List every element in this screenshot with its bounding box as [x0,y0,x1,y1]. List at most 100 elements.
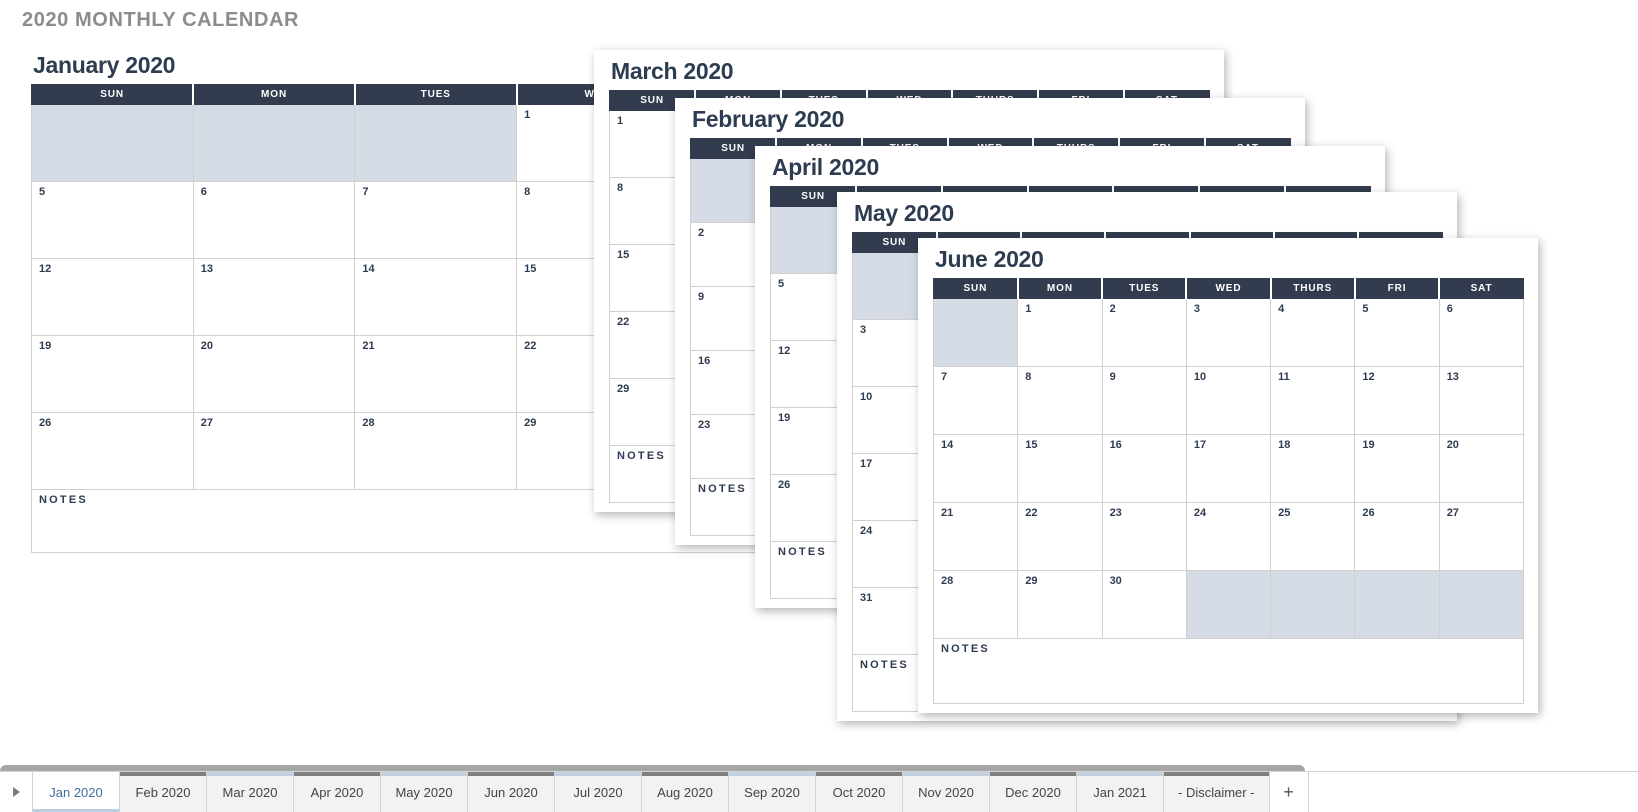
play-right-icon [12,787,20,797]
calendar-day-cell-empty[interactable] [1185,570,1272,639]
notes-label[interactable]: NOTES [933,638,1524,704]
sheet-tab-feb-2020[interactable]: Feb 2020 [120,772,207,812]
calendar-day-cell[interactable]: 2 [1101,298,1187,367]
weekday-header-thurs: THURS [1270,278,1356,299]
sheet-tab-nov-2020[interactable]: Nov 2020 [903,772,990,812]
sheet-tab-jul-2020[interactable]: Jul 2020 [555,772,642,812]
calendar-day-cell[interactable]: 13 [1438,366,1525,435]
calendar-day-cell[interactable]: 20 [1438,434,1525,503]
tab-scroll-right-button[interactable] [0,772,33,812]
calendar-day-cell[interactable]: 28 [932,570,1019,639]
sheet-tab-label: Mar 2020 [222,784,278,800]
sheet-tab-may-2020[interactable]: May 2020 [381,772,468,812]
calendar-day-cell-empty[interactable] [1354,570,1440,639]
calendar-day-cell[interactable]: 24 [1185,502,1272,571]
calendar-day-cell[interactable]: 25 [1270,502,1356,571]
calendar-day-cell[interactable]: 27 [1438,502,1525,571]
sheet-tab-label: Aug 2020 [657,784,713,800]
sheet-tab-apr-2020[interactable]: Apr 2020 [294,772,381,812]
calendar-day-cell[interactable]: 6 [192,181,356,259]
calendar-day-cell[interactable]: 12 [1354,366,1440,435]
weekday-header-sun: SUN [31,84,195,105]
calendar-day-cell[interactable]: 30 [1101,570,1187,639]
month-title: May 2020 [854,200,954,226]
weekday-header-row: SUNMONTUESWEDTHURSFRISAT [932,278,1525,299]
calendar-day-cell[interactable]: 8 [1017,366,1103,435]
calendar-day-cell[interactable]: 21 [932,502,1019,571]
sheet-tab-aug-2020[interactable]: Aug 2020 [642,772,729,812]
calendar-day-cell[interactable]: 14 [932,434,1019,503]
calendar-day-cell[interactable]: 17 [1185,434,1272,503]
calendar-day-cell[interactable]: 11 [1270,366,1356,435]
tab-color-bar [120,772,206,776]
sheet-tab-label: - Disclaimer - [1178,784,1255,800]
calendar-day-cell[interactable]: 28 [354,412,518,490]
calendar-day-cell[interactable]: 4 [1270,298,1356,367]
tab-color-bar [729,772,815,776]
calendar-day-cell[interactable]: 6 [1438,298,1525,367]
sheet-tab-oct-2020[interactable]: Oct 2020 [816,772,903,812]
calendar-day-cell[interactable]: 29 [1017,570,1103,639]
calendar-day-cell-empty[interactable] [1438,570,1525,639]
calendar-day-cell-empty[interactable] [1270,570,1356,639]
calendar-day-cell[interactable]: 19 [1354,434,1440,503]
add-sheet-button[interactable]: + [1269,772,1309,812]
sheet-tab-label: Dec 2020 [1005,784,1061,800]
tab-color-bar [816,772,902,776]
page-title: 2020 MONTHLY CALENDAR [22,9,300,31]
calendar-day-cell[interactable]: 15 [1017,434,1103,503]
tab-strip-filler [1308,772,1638,812]
calendar-day-cell-empty[interactable] [192,104,356,182]
calendar-day-cell[interactable]: 13 [192,258,356,336]
tab-color-bar [468,772,554,776]
calendar-day-cell[interactable]: 22 [1017,502,1103,571]
calendar-day-cell-empty[interactable] [354,104,518,182]
calendar-day-cell-empty[interactable] [932,298,1019,367]
sheet-tab-jun-2020[interactable]: Jun 2020 [468,772,555,812]
sheet-tab-label: Sep 2020 [744,784,800,800]
calendar-day-cell[interactable]: 26 [31,412,194,490]
calendar-day-cell[interactable]: 9 [1101,366,1187,435]
calendar-day-cell[interactable]: 14 [354,258,518,336]
calendar-day-cell[interactable]: 19 [31,335,194,413]
calendar-day-cell[interactable]: 3 [1185,298,1272,367]
calendar-day-cell[interactable]: 1 [1017,298,1103,367]
calendar-day-cell[interactable]: 7 [354,181,518,259]
calendar-day-cell[interactable]: 10 [1185,366,1272,435]
tab-color-bar [207,772,293,776]
sheet-tab-label: Jan 2021 [1093,784,1147,800]
sheet-tab-sep-2020[interactable]: Sep 2020 [729,772,816,812]
sheet-tab-label: May 2020 [395,784,453,800]
sheet-tab-mar-2020[interactable]: Mar 2020 [207,772,294,812]
calendar-sheet-june: June 2020 SUN MON TUES WED THURS FRI SAT 1 2 3 4 5 6 7… [918,238,1538,713]
tab-color-bar [555,772,641,776]
horizontal-scrollbar-track[interactable] [0,755,1638,777]
month-title: April 2020 [772,154,879,180]
weekday-header-tues: TUES [1101,278,1188,299]
calendar-day-cell[interactable]: 21 [354,335,518,413]
calendar-week-row: 21 22 23 24 25 26 27 [932,502,1525,571]
calendar-day-cell-empty[interactable] [31,104,194,182]
sheet-tab-label: Oct 2020 [832,784,886,800]
sheet-tab-disclaimer[interactable]: - Disclaimer - [1164,772,1270,812]
weekday-header-sun: SUN [932,278,1019,299]
weekday-header-mon: MON [192,84,356,105]
calendar-day-cell[interactable]: 12 [31,258,194,336]
weekday-header-mon: MON [1017,278,1104,299]
notes-row: NOTES [933,638,1524,704]
weekday-header-fri: FRI [1354,278,1441,299]
calendar-day-cell[interactable]: 5 [31,181,194,259]
calendar-day-cell[interactable]: 27 [192,412,356,490]
calendar-day-cell[interactable]: 26 [1354,502,1440,571]
sheet-tab-jan-2021[interactable]: Jan 2021 [1077,772,1164,812]
tab-color-bar [903,772,989,776]
calendar-day-cell[interactable]: 18 [1270,434,1356,503]
calendar-day-cell[interactable]: 5 [1354,298,1440,367]
calendar-day-cell[interactable]: 20 [192,335,356,413]
calendar-day-cell[interactable]: 23 [1101,502,1187,571]
calendar-day-cell[interactable]: 16 [1101,434,1187,503]
sheet-tab-dec-2020[interactable]: Dec 2020 [990,772,1077,812]
sheet-tab-label: Feb 2020 [135,784,191,800]
calendar-day-cell[interactable]: 7 [932,366,1019,435]
sheet-tab-jan-2020[interactable]: Jan 2020 [33,772,120,812]
